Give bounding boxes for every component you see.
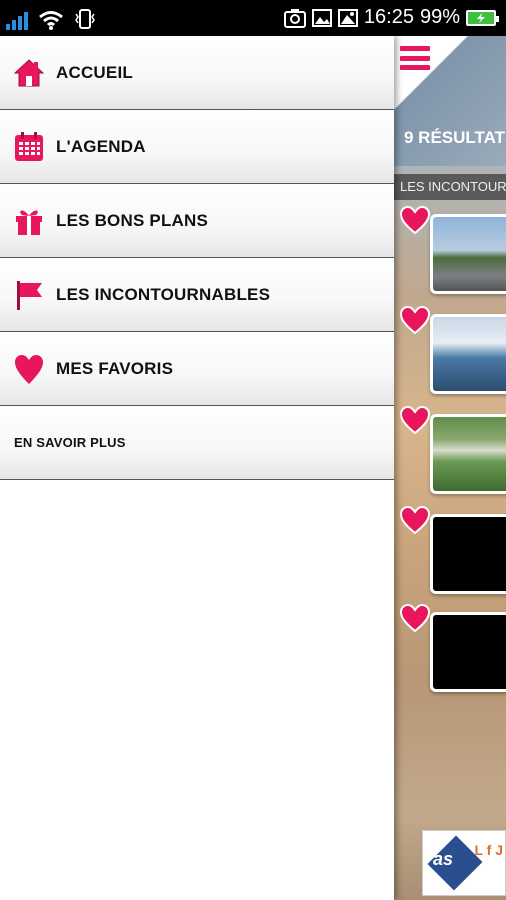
favorite-heart-icon[interactable] (400, 206, 430, 234)
menu-item-label: MES FAVORIS (56, 358, 174, 378)
favorite-heart-icon[interactable] (400, 406, 430, 434)
list-item-card[interactable] (430, 414, 506, 494)
menu-item-agenda[interactable]: L'AGENDA (0, 110, 394, 184)
section-subheader: LES INCONTOURNABLES (394, 174, 506, 200)
favorite-heart-icon[interactable] (400, 506, 430, 534)
list-item-card[interactable] (430, 214, 506, 294)
card-thumbnail (433, 317, 506, 391)
status-bar: 16:25 99% (0, 0, 506, 36)
battery-percent: 99% (419, 6, 460, 28)
menu-item-favoris[interactable]: MES FAVORIS (0, 332, 394, 406)
menu-item-accueil[interactable]: ACCUEIL (0, 36, 394, 110)
menu-item-label: ACCUEIL (56, 62, 133, 82)
card-thumbnail (433, 615, 506, 689)
heart-icon (12, 352, 46, 386)
home-icon (12, 56, 46, 90)
calendar-icon (12, 130, 46, 164)
menu-item-bons-plans[interactable]: LES BONS PLANS (0, 184, 394, 258)
list-item-card[interactable] (430, 514, 506, 594)
camera-upload-icon (283, 8, 306, 28)
flag-icon (12, 278, 46, 312)
ad-logo-text: as (433, 849, 454, 869)
clock: 16:25 (363, 6, 414, 28)
wifi-icon (39, 11, 63, 30)
battery-charging-icon (466, 9, 499, 26)
ad-banner[interactable]: as L f J (422, 830, 506, 896)
list-item-card[interactable] (430, 612, 506, 692)
card-thumbnail (433, 217, 506, 291)
image-icon (337, 8, 358, 27)
card-thumbnail (433, 517, 506, 591)
signal-icon (6, 12, 28, 30)
menu-item-en-savoir-plus[interactable]: EN SAVOIR PLUS (0, 406, 394, 480)
vibrate-icon (75, 9, 95, 29)
menu-item-label: LES INCONTOURNABLES (56, 284, 271, 304)
gift-icon (12, 204, 46, 238)
background-app: 9 RÉSULTATS LES INCONTOURNABLES as L f J (394, 36, 506, 900)
card-thumbnail (433, 417, 506, 491)
list-item-card[interactable] (430, 314, 506, 394)
menu-item-label: LES BONS PLANS (56, 210, 209, 230)
menu-item-label: L'AGENDA (56, 136, 146, 156)
ad-side-text: L f J (474, 842, 503, 858)
favorite-heart-icon[interactable] (400, 604, 430, 632)
favorite-heart-icon[interactable] (400, 306, 430, 334)
app-header: 9 RÉSULTATS (394, 36, 506, 166)
menu-item-incontournables[interactable]: LES INCONTOURNABLES (0, 258, 394, 332)
menu-item-label: EN SAVOIR PLUS (14, 435, 126, 450)
navigation-drawer: ACCUEIL L'AGENDA LES BONS PLANS LES INCO… (0, 36, 394, 900)
gallery-icon (311, 8, 332, 27)
results-count: 9 RÉSULTATS (404, 128, 506, 147)
hamburger-menu-icon[interactable] (400, 46, 430, 70)
